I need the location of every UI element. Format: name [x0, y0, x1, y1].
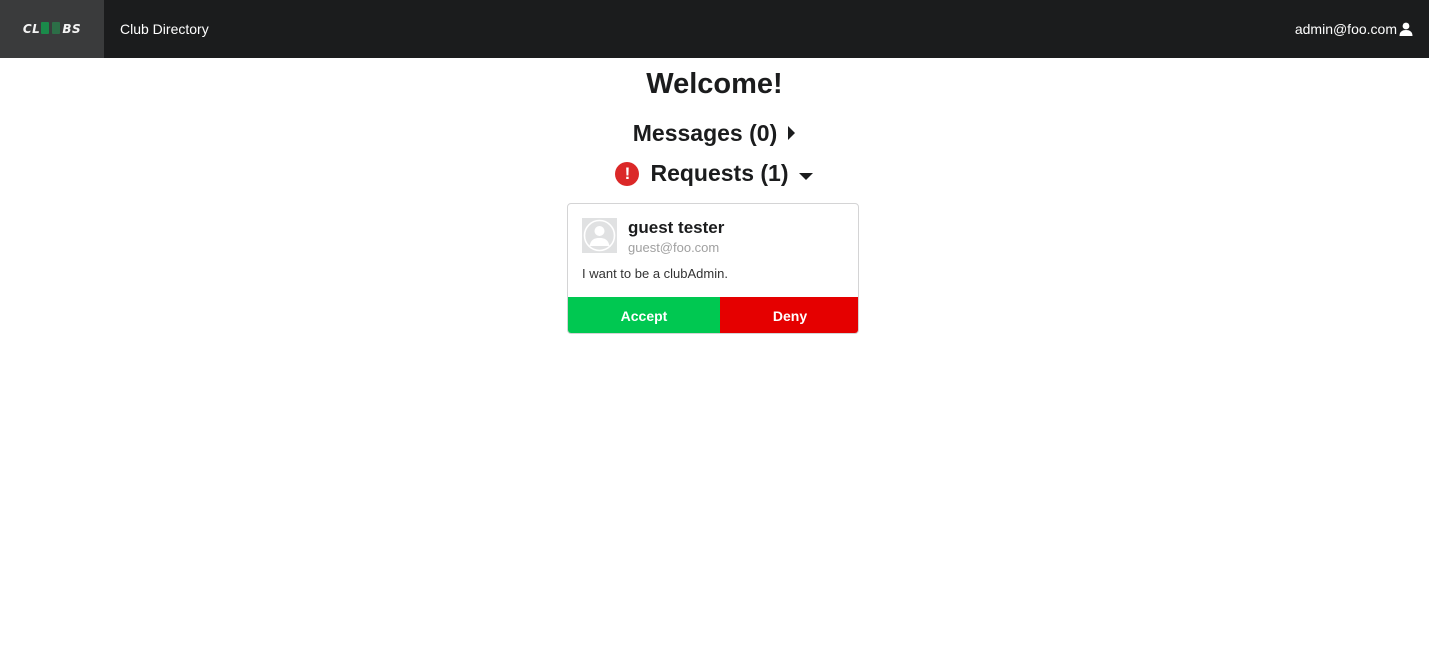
request-actions: Accept Deny — [568, 297, 858, 333]
clubs-logo[interactable]: CL BS — [0, 0, 104, 58]
user-menu[interactable]: admin@foo.com — [1295, 0, 1413, 58]
user-icon — [1399, 22, 1413, 36]
requests-label: Requests (1) — [650, 160, 789, 186]
request-message: I want to be a clubAdmin. — [582, 266, 728, 281]
caret-down-icon — [798, 160, 814, 187]
requester-email: guest@foo.com — [628, 240, 720, 255]
top-navbar: CL BS Club Directory admin@foo.com — [0, 0, 1429, 58]
logo-mark-icon — [40, 22, 62, 34]
request-card-header: guest tester guest@foo.com — [582, 218, 724, 255]
requester-name: guest tester — [628, 218, 725, 237]
request-card: guest tester guest@foo.com I want to be … — [567, 203, 859, 334]
exclamation-circle-icon: ! — [615, 161, 640, 186]
caret-right-icon — [786, 120, 796, 147]
accept-button[interactable]: Accept — [568, 297, 720, 333]
club-directory-link[interactable]: Club Directory — [120, 21, 209, 37]
deny-button[interactable]: Deny — [720, 297, 858, 333]
page-title: Welcome! — [646, 68, 783, 100]
logo-text: CL BS — [22, 22, 82, 36]
messages-label: Messages (0) — [632, 120, 778, 146]
requests-toggle[interactable]: ! Requests (1) — [0, 160, 1429, 187]
user-email: admin@foo.com — [1294, 21, 1397, 37]
request-card-meta: guest tester guest@foo.com — [628, 218, 724, 255]
avatar-placeholder-icon — [582, 218, 617, 253]
messages-toggle[interactable]: Messages (0) — [0, 120, 1429, 147]
